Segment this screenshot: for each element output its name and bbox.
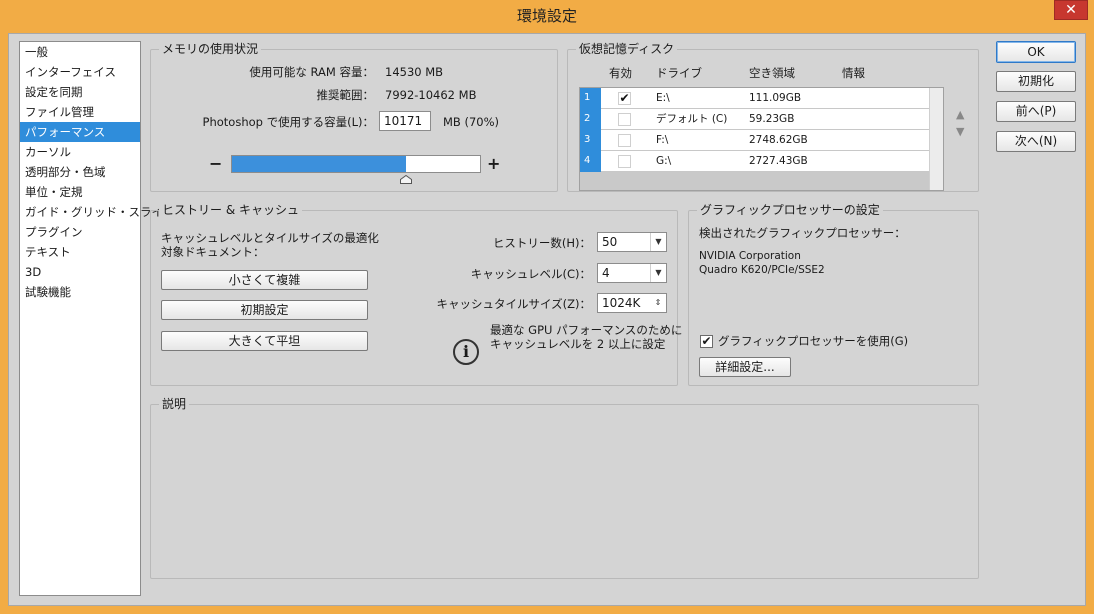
row-number: 4 <box>580 151 601 172</box>
col-header-active: 有効 <box>609 66 632 80</box>
memory-slider-fill <box>232 156 406 172</box>
move-up-icon[interactable]: ▲ <box>956 108 964 121</box>
sidebar-item-units-rulers[interactable]: 単位・定規 <box>20 182 140 202</box>
scratch-disk-checkbox[interactable]: ✔ <box>618 92 631 105</box>
memory-usage-group: メモリの使用状況 使用可能な RAM 容量： 14530 MB 推奨範囲： 79… <box>150 42 558 192</box>
window-title: 環境設定 <box>516 7 577 25</box>
available-ram-label: 使用可能な RAM 容量： <box>249 65 374 79</box>
table-row[interactable]: 2 デフォルト (C) 59.23GB <box>580 109 930 130</box>
memory-usage-legend: メモリの使用状況 <box>159 42 262 57</box>
table-row[interactable]: 1 ✔ E:\ 111.09GB <box>580 88 930 109</box>
history-cache-group: ヒストリー & キャッシュ キャッシュレベルとタイルサイズの最適化 対象ドキュメ… <box>150 203 682 386</box>
description-group: 説明 <box>150 397 979 579</box>
history-states-select[interactable]: 50 ▼ <box>597 232 667 252</box>
optimize-label-line1: キャッシュレベルとタイルサイズの最適化 <box>161 231 379 245</box>
sidebar-item-guides-grid-slices[interactable]: ガイド・グリッド・スライス <box>20 202 174 222</box>
sidebar-item-technology-previews[interactable]: 試験機能 <box>20 282 140 302</box>
sidebar-item-type[interactable]: テキスト <box>20 242 140 262</box>
description-legend: 説明 <box>159 397 190 412</box>
drive-name: デフォルト (C) <box>656 113 728 125</box>
history-cache-legend: ヒストリー & キャッシュ <box>159 203 302 218</box>
big-and-flat-button[interactable]: 大きくて平坦 <box>161 331 368 351</box>
close-button[interactable]: ✕ <box>1054 0 1088 20</box>
drive-name: E:\ <box>656 92 670 104</box>
available-ram-value: 14530 MB <box>385 65 444 79</box>
gpu-vendor: NVIDIA Corporation <box>699 250 801 262</box>
plus-icon[interactable]: + <box>487 154 500 173</box>
info-icon: i <box>453 339 479 365</box>
cache-tile-size-value: 1024K <box>602 296 641 310</box>
col-header-info: 情報 <box>842 66 865 80</box>
sidebar-item-3d[interactable]: 3D <box>20 262 140 282</box>
minus-icon[interactable]: − <box>209 154 222 173</box>
next-button[interactable]: 次へ(N) <box>996 131 1076 152</box>
stepper-icon: ⇕ <box>654 298 662 307</box>
sidebar-item-transparency-gamut[interactable]: 透明部分・色域 <box>20 162 140 182</box>
cache-tile-size-select[interactable]: 1024K ⇕ <box>597 293 667 313</box>
scratch-disk-checkbox[interactable] <box>618 113 631 126</box>
chevron-down-icon: ▼ <box>650 264 666 282</box>
free-space: 2748.62GB <box>749 134 808 146</box>
ok-button[interactable]: OK <box>996 41 1076 63</box>
cache-levels-label: キャッシュレベル(C)： <box>470 267 591 281</box>
drive-name: G:\ <box>656 155 672 167</box>
gpu-settings-group: グラフィックプロセッサーの設定 検出されたグラフィックプロセッサー： NVIDI… <box>688 203 979 386</box>
col-header-free-space: 空き領域 <box>749 66 795 80</box>
title-bar[interactable]: 環境設定 ✕ <box>0 0 1094 34</box>
gpu-settings-legend: グラフィックプロセッサーの設定 <box>697 203 883 218</box>
gpu-tip-line1: 最適な GPU パフォーマンスのために <box>490 323 683 337</box>
cache-tile-size-label: キャッシュタイルサイズ(Z)： <box>436 297 591 311</box>
sidebar-item-cursors[interactable]: カーソル <box>20 142 140 162</box>
cache-levels-value: 4 <box>602 266 610 280</box>
table-row[interactable]: 4 G:\ 2727.43GB <box>580 151 930 172</box>
scratch-disk-table: 1 ✔ E:\ 111.09GB 2 デフォルト (C) 59.23GB 3 F… <box>579 87 944 191</box>
memory-usage-input[interactable]: 10171 <box>379 111 431 131</box>
drive-name: F:\ <box>656 134 669 146</box>
use-gpu-checkbox[interactable]: ✔ <box>700 335 713 348</box>
slider-thumb-icon[interactable] <box>400 175 412 184</box>
free-space: 2727.43GB <box>749 155 808 167</box>
ideal-range-value: 7992-10462 MB <box>385 88 477 102</box>
reset-button[interactable]: 初期化 <box>996 71 1076 92</box>
gpu-model: Quadro K620/PCIe/SSE2 <box>699 264 825 276</box>
history-states-value: 50 <box>602 235 618 249</box>
col-header-drive: ドライブ <box>656 66 702 80</box>
advanced-settings-button[interactable]: 詳細設定... <box>699 357 791 377</box>
prev-button[interactable]: 前へ(P) <box>996 101 1076 122</box>
scratch-disks-group: 仮想記憶ディスク 有効 ドライブ 空き領域 情報 1 ✔ E:\ 111.09G… <box>567 42 979 192</box>
tall-and-thin-button[interactable]: 小さくて複雑 <box>161 270 368 290</box>
sidebar-item-general[interactable]: 一般 <box>20 42 140 62</box>
free-space: 59.23GB <box>749 113 795 125</box>
sidebar-item-file-handling[interactable]: ファイル管理 <box>20 102 140 122</box>
table-row[interactable]: 3 F:\ 2748.62GB <box>580 130 930 151</box>
sidebar-item-performance[interactable]: パフォーマンス <box>20 122 140 142</box>
move-down-icon[interactable]: ▼ <box>956 125 964 138</box>
let-photoshop-use-label: Photoshop で使用する容量(L)： <box>202 115 374 129</box>
sidebar-item-interface[interactable]: インターフェイス <box>20 62 140 82</box>
history-states-label: ヒストリー数(H)： <box>492 236 591 250</box>
ideal-range-label: 推奨範囲： <box>316 88 375 102</box>
table-scrollbar[interactable] <box>929 88 943 190</box>
cache-levels-select[interactable]: 4 ▼ <box>597 263 667 283</box>
scratch-disk-checkbox[interactable] <box>618 134 631 147</box>
gpu-tip-line2: キャッシュレベルを 2 以上に設定 <box>490 337 666 351</box>
scratch-disk-checkbox[interactable] <box>618 155 631 168</box>
row-number: 1 <box>580 88 601 109</box>
free-space: 111.09GB <box>749 92 802 104</box>
row-number: 2 <box>580 109 601 130</box>
sidebar-item-sync-settings[interactable]: 設定を同期 <box>20 82 140 102</box>
scratch-disks-legend: 仮想記憶ディスク <box>576 42 678 57</box>
memory-slider[interactable] <box>231 155 481 173</box>
optimize-label-line2: 対象ドキュメント： <box>161 245 265 259</box>
detected-gpu-label: 検出されたグラフィックプロセッサー： <box>699 226 906 240</box>
chevron-down-icon: ▼ <box>650 233 666 251</box>
use-gpu-label[interactable]: グラフィックプロセッサーを使用(G) <box>718 334 908 349</box>
preferences-dialog: 一般 インターフェイス 設定を同期 ファイル管理 パフォーマンス カーソル 透明… <box>8 33 1086 606</box>
sidebar-item-plugins[interactable]: プラグイン <box>20 222 140 242</box>
default-button[interactable]: 初期設定 <box>161 300 368 320</box>
memory-usage-percent: MB (70%) <box>443 115 500 129</box>
sidebar: 一般 インターフェイス 設定を同期 ファイル管理 パフォーマンス カーソル 透明… <box>19 41 174 596</box>
row-number: 3 <box>580 130 601 151</box>
